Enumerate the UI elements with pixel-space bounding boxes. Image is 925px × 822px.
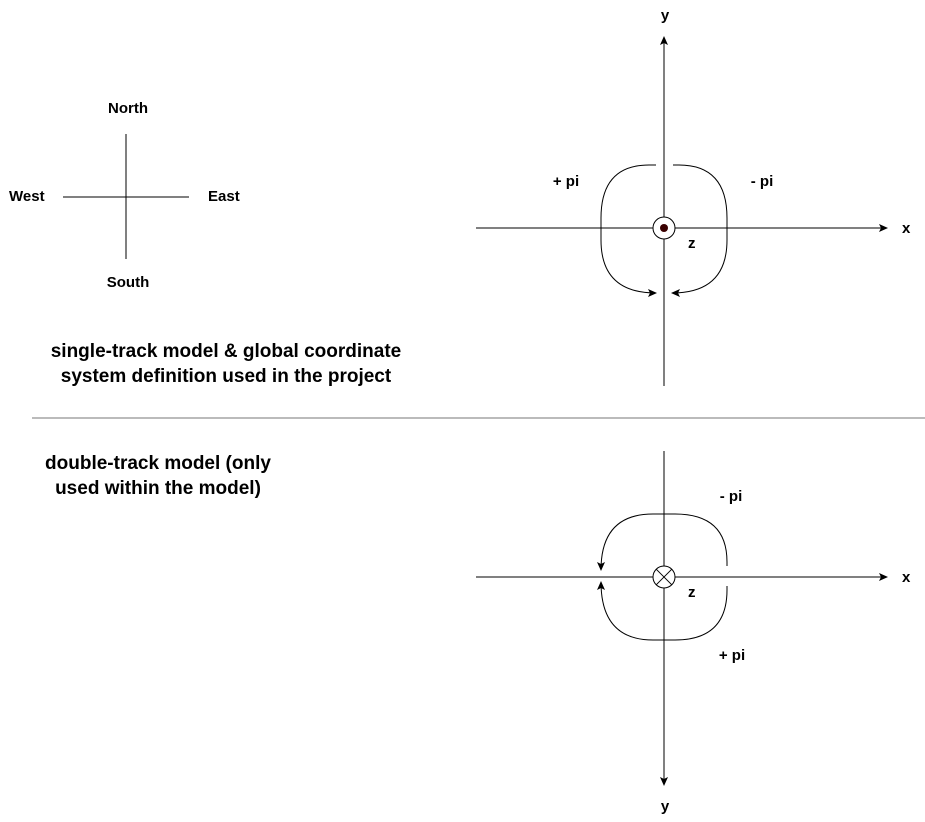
single-track-x-label: x	[902, 220, 911, 237]
compass-south-label: South	[107, 274, 150, 291]
double-track-axes: y x z - pi + pi	[476, 451, 911, 815]
single-track-minus-pi-label: - pi	[751, 173, 774, 190]
single-track-rotation-arrow-left	[600, 164, 657, 297]
double-track-caption-line1: double-track model (only	[45, 453, 271, 474]
single-track-rotation-arrow-right	[671, 164, 728, 297]
single-track-plus-pi-label: + pi	[553, 173, 579, 190]
double-track-z-label: z	[688, 584, 696, 601]
single-track-caption-line1: single-track model & global coordinate	[51, 341, 402, 362]
single-track-axes: y x z + pi - pi	[476, 7, 911, 386]
double-track-plus-pi-label: + pi	[719, 647, 745, 664]
double-track-caption-line2: used within the model)	[55, 478, 261, 499]
double-track-x-label: x	[902, 569, 911, 586]
single-track-z-label: z	[688, 235, 696, 252]
compass-west-label: West	[9, 188, 45, 205]
double-track-y-label: y	[661, 798, 670, 815]
double-track-minus-pi-label: - pi	[720, 488, 743, 505]
compass-east-label: East	[208, 188, 240, 205]
single-track-y-label: y	[661, 7, 670, 24]
z-dot-icon	[660, 224, 668, 232]
single-track-caption-line2: system definition used in the project	[61, 366, 392, 387]
compass: North South West East	[9, 100, 240, 291]
compass-north-label: North	[108, 100, 148, 117]
coordinate-diagram: North South West East single-track model…	[9, 7, 925, 815]
